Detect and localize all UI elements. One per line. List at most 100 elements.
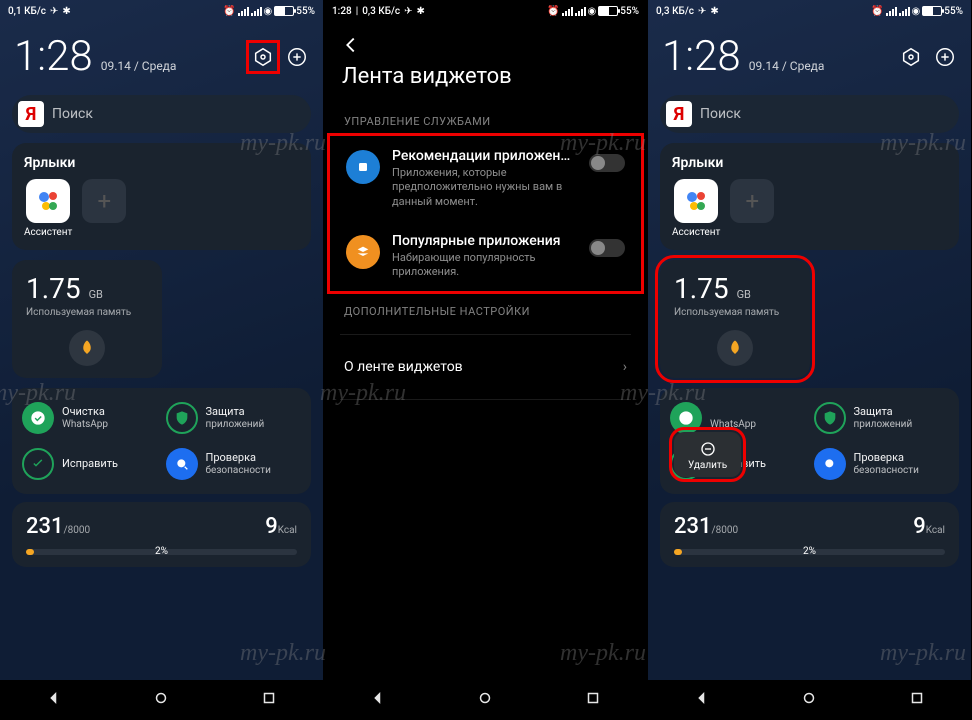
bluetooth-icon: ✱: [710, 6, 718, 17]
telegram-icon: ✈: [698, 6, 706, 17]
delete-popup[interactable]: Удалить: [674, 432, 741, 477]
nav-bar: [324, 680, 647, 720]
shortcuts-card: Ярлыки Ассистент +: [660, 143, 959, 250]
alarm-icon: ⏰: [223, 6, 235, 17]
memory-widget-selected[interactable]: 1.75 GB Используемая память: [660, 260, 810, 378]
cleanup-button[interactable]: [69, 330, 105, 366]
section-additional: ДОПОЛНИТЕЛЬНЫЕ НАСТРОЙКИ: [324, 291, 647, 326]
settings-title: Лента виджетов: [324, 60, 647, 101]
clock-date: 09.14 / Среда: [101, 59, 177, 73]
sec-scan[interactable]: Проверкабезопасности: [814, 448, 950, 480]
shortcut-label: Ассистент: [24, 227, 72, 238]
search-bar[interactable]: Я Поиск: [12, 95, 311, 133]
phone-middle: 1:28 | 0,3 КБ/с ✈ ✱ ⏰ ◉ 55% Лента виджет…: [324, 0, 648, 720]
status-bar: 0,3 КБ/с ✈ ✱ ⏰ ◉ 55%: [648, 0, 971, 22]
status-bar: 0,1 КБ/с ✈ ✱ ⏰ ◉ 55%: [0, 0, 323, 22]
pop-title: Популярные приложения: [392, 233, 577, 249]
section-services: УПРАВЛЕНИЕ СЛУЖБАМИ: [324, 101, 647, 136]
signal-icon-2: [575, 6, 586, 16]
sec-whatsapp-clean[interactable]: WhatsApp: [670, 402, 806, 434]
shortcut-assistant[interactable]: Ассистент: [24, 179, 72, 238]
shortcut-assistant[interactable]: Ассистент: [672, 179, 720, 238]
battery-icon: [922, 6, 942, 16]
memory-value: 1.75: [26, 272, 81, 305]
yandex-logo-icon: Я: [18, 101, 44, 127]
highlighted-settings-group: Рекомендации приложен… Приложения, котор…: [330, 136, 641, 291]
about-label: О ленте виджетов: [344, 359, 463, 375]
nav-back[interactable]: [45, 689, 63, 711]
sec-app-protect[interactable]: Защитаприложений: [166, 402, 302, 434]
kcal-unit: Kcal: [278, 525, 297, 536]
nav-back[interactable]: [693, 689, 711, 711]
kcal-unit: Kcal: [926, 525, 945, 536]
fix-icon: [22, 448, 54, 480]
bluetooth-icon: ✱: [417, 6, 425, 17]
shortcut-label: Ассистент: [672, 227, 720, 238]
back-button[interactable]: [340, 34, 362, 56]
kcal-value: 9: [265, 514, 278, 539]
progress-bar: 2%: [26, 549, 297, 555]
nav-back[interactable]: [369, 689, 387, 711]
rec-toggle[interactable]: [589, 154, 625, 172]
battery-icon: [274, 6, 294, 16]
shortcut-add[interactable]: +: [730, 179, 774, 238]
search-placeholder: Поиск: [700, 106, 741, 122]
status-time: 1:28: [332, 6, 352, 17]
kcal-value: 9: [913, 514, 926, 539]
pop-toggle[interactable]: [589, 239, 625, 257]
search-bar[interactable]: Я Поиск: [660, 95, 959, 133]
sec-whatsapp-clean[interactable]: ОчисткаWhatsApp: [22, 402, 158, 434]
sec-fix[interactable]: Исправить: [22, 448, 158, 480]
clock-row: 1:28 09.14 / Среда: [648, 22, 971, 89]
scan-icon: [166, 448, 198, 480]
telegram-icon: ✈: [404, 6, 412, 17]
popular-icon: [346, 235, 380, 269]
nav-recent[interactable]: [260, 689, 278, 711]
sec-scan[interactable]: Проверкабезопасности: [166, 448, 302, 480]
phone-right: 0,3 КБ/с ✈ ✱ ⏰ ◉ 55% 1:28 09.14 / Среда: [648, 0, 972, 720]
shield-icon: [814, 402, 846, 434]
data-rate: 0,3 КБ/с: [656, 6, 694, 17]
memory-label: Используемая память: [674, 307, 796, 318]
settings-gear-icon[interactable]: [251, 45, 275, 69]
nav-recent[interactable]: [908, 689, 926, 711]
phone-left: 0,1 КБ/с ✈ ✱ ⏰ ◉ 55% 1:28 09.14 / Среда: [0, 0, 324, 720]
scan-icon: [814, 448, 846, 480]
remove-icon: [699, 440, 717, 458]
signal-icon-2: [251, 6, 262, 16]
setting-popular-apps[interactable]: Популярные приложения Набирающие популяр…: [330, 221, 641, 292]
nav-bar: [648, 680, 971, 720]
fitness-card[interactable]: 231/8000 9Kcal 2%: [12, 502, 311, 567]
add-widget-icon[interactable]: [285, 45, 309, 69]
yandex-logo-icon: Я: [666, 101, 692, 127]
progress-pct: 2%: [155, 546, 168, 557]
battery-icon: [598, 6, 618, 16]
steps-goal: /8000: [64, 525, 91, 536]
add-widget-icon[interactable]: [933, 45, 957, 69]
settings-gear-icon[interactable]: [899, 45, 923, 69]
nav-bar: [0, 680, 323, 720]
sec-app-protect[interactable]: Защитаприложений: [814, 402, 950, 434]
cleanup-button[interactable]: [717, 330, 753, 366]
signal-icon: [238, 6, 249, 16]
steps-value: 231: [674, 514, 712, 539]
alarm-icon: ⏰: [871, 6, 883, 17]
memory-widget[interactable]: 1.75 GB Используемая память: [12, 260, 162, 378]
nav-home[interactable]: [800, 689, 818, 711]
setting-app-recommendations[interactable]: Рекомендации приложен… Приложения, котор…: [330, 136, 641, 221]
recommend-icon: [346, 150, 380, 184]
fitness-card[interactable]: 231/8000 9Kcal 2%: [660, 502, 959, 567]
memory-value: 1.75: [674, 272, 729, 305]
about-widgets-link[interactable]: О ленте виджетов ›: [324, 343, 647, 391]
nav-recent[interactable]: [584, 689, 602, 711]
wifi-icon: ◉: [264, 6, 273, 17]
wifi-icon: ◉: [588, 6, 597, 17]
rec-sub: Приложения, которые предположительно нуж…: [392, 166, 577, 209]
data-rate: 0,3 КБ/с: [362, 6, 400, 17]
progress-pct: 2%: [803, 546, 816, 557]
shortcuts-title: Ярлыки: [672, 155, 947, 171]
nav-home[interactable]: [152, 689, 170, 711]
signal-icon: [562, 6, 573, 16]
shortcut-add[interactable]: +: [82, 179, 126, 238]
nav-home[interactable]: [476, 689, 494, 711]
